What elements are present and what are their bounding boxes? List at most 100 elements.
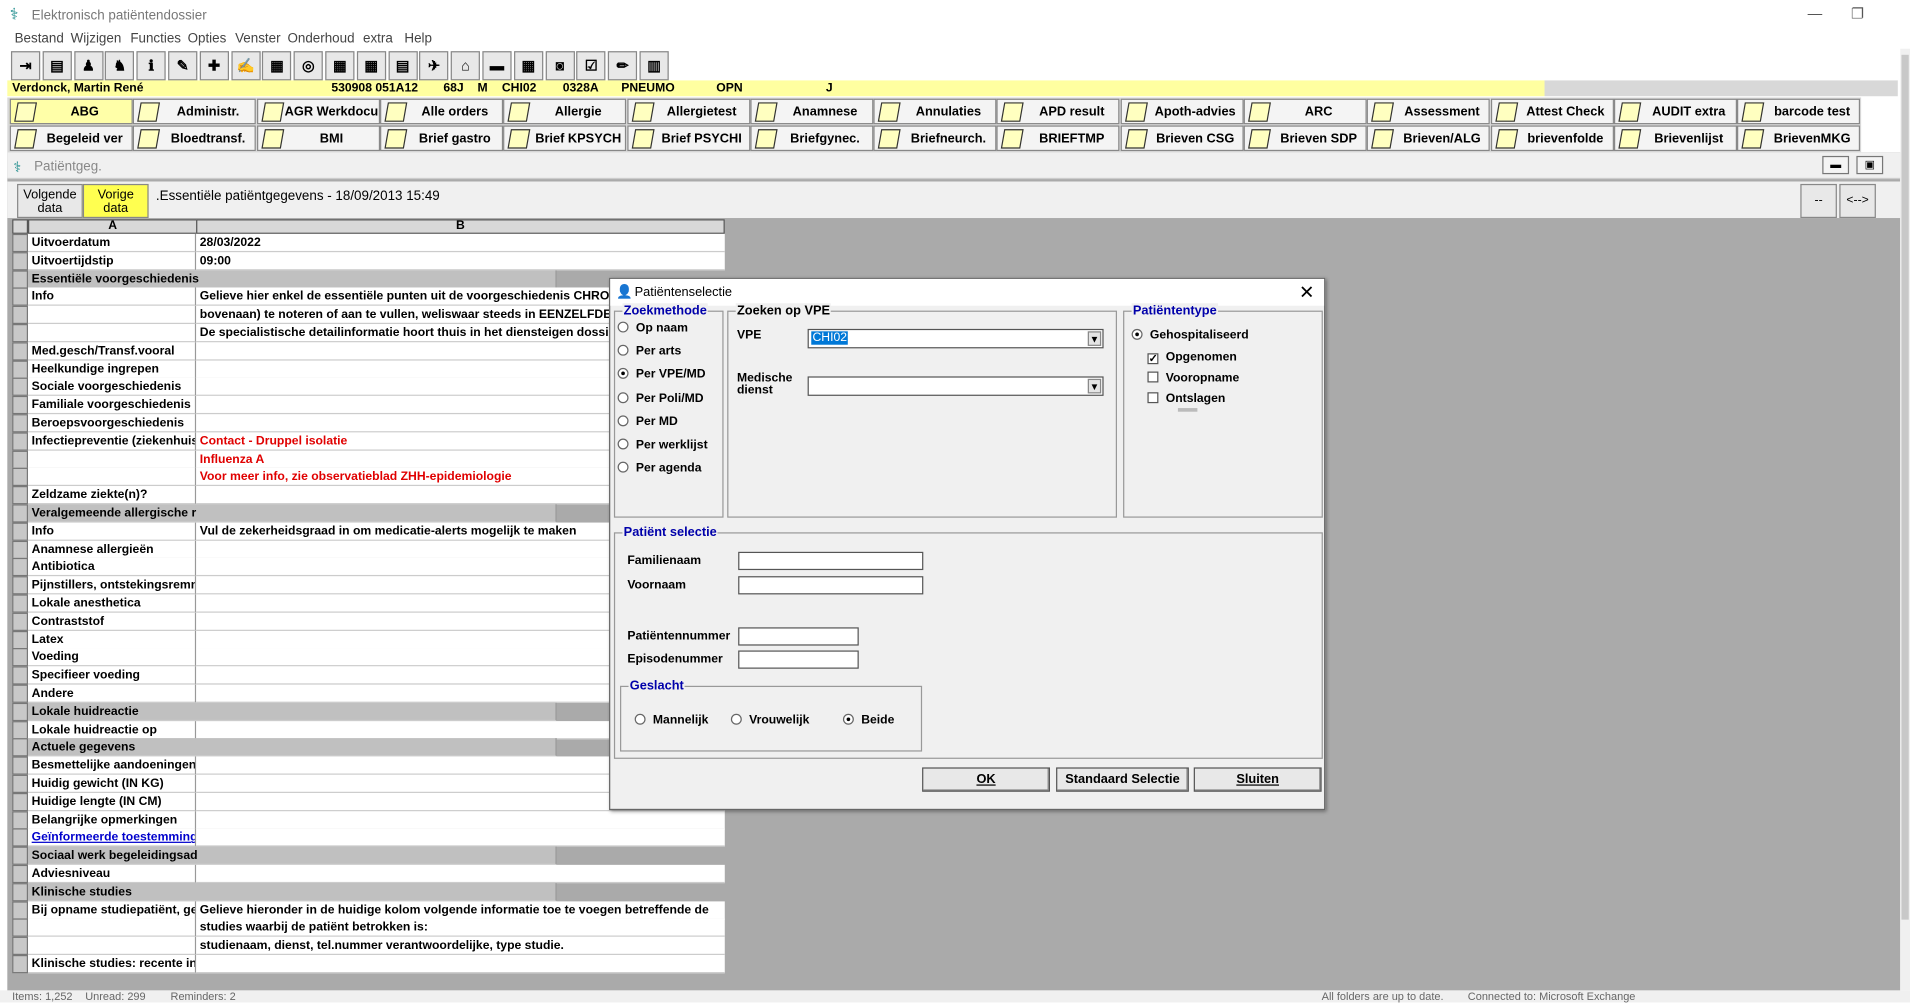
menu-bestand[interactable]: Bestand	[15, 32, 64, 47]
cell-a[interactable]: Huidig gewicht (IN KG)	[28, 774, 197, 793]
cell-a[interactable]: Heelkundige ingrepen	[28, 360, 197, 379]
cell-b[interactable]: Gelieve hieronder in de huidige kolom vo…	[196, 900, 725, 920]
folder-tab[interactable]: APD result	[996, 98, 1120, 125]
cell-a[interactable]	[28, 468, 197, 487]
cell-a[interactable]: Sociale voorgeschiedenis	[28, 378, 197, 397]
person-icon[interactable]: ♟	[73, 51, 104, 81]
chart-icon[interactable]: ▥	[639, 51, 669, 81]
row-selector[interactable]	[12, 504, 29, 523]
row-selector[interactable]	[12, 684, 29, 703]
cell-a[interactable]: Voeding	[28, 648, 197, 667]
row-selector[interactable]	[12, 954, 29, 974]
glasses-doc-icon[interactable]: ◎	[293, 51, 324, 81]
folder-tab[interactable]: barcode test	[1737, 98, 1861, 125]
subwindow-minimize-button[interactable]: ▬	[1822, 155, 1850, 175]
cell-a[interactable]: Sociaal werk begeleidingsad	[28, 846, 557, 866]
folder-tab[interactable]: BMI	[256, 125, 380, 152]
restore-button[interactable]: ❐	[1845, 5, 1869, 27]
cell-a[interactable]: Contraststof	[28, 612, 197, 631]
cell-b[interactable]	[196, 864, 725, 884]
checkbox-patient-type[interactable]: ✓ Opgenomen	[1147, 351, 1237, 365]
cell-a[interactable]: Uitvoertijdstip	[28, 251, 197, 271]
medical-service-combo[interactable]: ▼	[807, 376, 1104, 396]
row-selector[interactable]	[12, 576, 29, 595]
folder-tab[interactable]: brievenfolde	[1490, 125, 1614, 152]
camera-icon[interactable]: ◙	[545, 51, 575, 81]
cell-a[interactable]: Bij opname studiepatiënt, gel	[28, 900, 197, 920]
row-selector[interactable]	[12, 738, 29, 757]
collapse-button[interactable]: --	[1800, 183, 1837, 219]
folder-tab[interactable]: Annulaties	[873, 98, 997, 125]
menu-onderhoud[interactable]: Onderhoud	[287, 32, 354, 47]
cell-a[interactable]: Infectiepreventie (ziekenhuis	[28, 432, 197, 451]
radio-female[interactable]: Vrouwelijk	[730, 713, 809, 727]
row-selector[interactable]	[12, 233, 29, 253]
column-header-a[interactable]: A	[28, 219, 198, 234]
row-selector[interactable]	[12, 882, 29, 902]
row-selector[interactable]	[12, 828, 29, 848]
subwindow-maximize-button[interactable]: ▣	[1856, 155, 1884, 175]
cell-a[interactable]: Lokale huidreactie op	[28, 720, 197, 739]
row-selector[interactable]	[12, 594, 29, 613]
patient-number-input[interactable]	[738, 627, 859, 646]
user-door-icon[interactable]: ⇥	[10, 51, 41, 81]
row-selector[interactable]	[12, 900, 29, 920]
folder-tab[interactable]: ABG	[9, 98, 133, 125]
cell-a[interactable]: Pijnstillers, ontstekingsremme	[28, 576, 197, 595]
row-selector[interactable]	[12, 846, 29, 866]
folder-tab[interactable]: Brief gastro	[379, 125, 503, 152]
cell-a[interactable]	[28, 450, 197, 469]
row-selector[interactable]	[12, 468, 29, 487]
folder-tab[interactable]: Attest Check	[1490, 98, 1614, 125]
edit-doc-icon[interactable]: ✍	[230, 51, 261, 81]
eraser-icon[interactable]: ▬	[482, 51, 512, 81]
radio-male[interactable]: Mannelijk	[634, 713, 708, 727]
menu-opties[interactable]: Opties	[188, 32, 227, 47]
checkbox-patient-type[interactable]: Ontslagen	[1147, 392, 1225, 406]
folder-tab[interactable]: Brieven/ALG	[1367, 125, 1491, 152]
folder-tab[interactable]: AGR Werkdocu	[256, 98, 380, 125]
radio-method[interactable]: Per MD	[617, 415, 678, 429]
ok-button[interactable]: OK	[922, 767, 1051, 792]
vpe-combo[interactable]: CHI02 ▼	[807, 328, 1104, 349]
cell-a[interactable]: Beroepsvoorgeschiedenis	[28, 414, 197, 433]
scrollbar[interactable]	[1900, 48, 1910, 991]
episode-number-input[interactable]	[738, 650, 859, 669]
cell-a[interactable]: Klinische studies	[28, 882, 557, 902]
folder-tab[interactable]: Alle orders	[379, 98, 503, 125]
folder-tab[interactable]: Anamnese	[750, 98, 874, 125]
cell-a[interactable]: Belangrijke opmerkingen	[28, 810, 197, 830]
cell-a[interactable]	[28, 936, 197, 956]
cell-a[interactable]	[28, 918, 197, 938]
bird-icon[interactable]: ✈	[419, 51, 449, 81]
first-name-input[interactable]	[738, 576, 924, 595]
cell-a[interactable]: Med.gesch/Transf.vooral	[28, 342, 197, 361]
row-selector[interactable]	[12, 396, 29, 415]
calendar-grid-icon[interactable]: ▦	[356, 51, 386, 81]
cell-a[interactable]: Andere	[28, 684, 197, 703]
folder-tab[interactable]: Brief PSYCHI	[626, 125, 750, 152]
row-selector[interactable]	[12, 269, 29, 289]
row-selector[interactable]	[12, 540, 29, 559]
cell-a[interactable]: Adviesniveau	[28, 864, 197, 884]
row-selector[interactable]	[12, 558, 29, 577]
checklist-icon[interactable]: ☑	[576, 51, 606, 81]
cell-a[interactable]: Familiale voorgeschiedenis	[28, 396, 197, 415]
row-selector[interactable]	[12, 630, 29, 649]
folder-tab[interactable]: Begeleid ver	[9, 125, 133, 152]
house-icon[interactable]: ⌂	[450, 51, 481, 81]
cell-a[interactable]: Lokale huidreactie	[28, 702, 557, 721]
row-selector[interactable]	[12, 648, 29, 667]
menu-functies[interactable]: Functies	[130, 32, 181, 47]
row-selector[interactable]	[12, 450, 29, 469]
pen-icon[interactable]: ✏	[608, 51, 638, 81]
close-button[interactable]: Sluiten	[1193, 767, 1322, 792]
calendar-icon[interactable]: ▦	[262, 51, 292, 81]
column-header-b[interactable]: B	[196, 219, 725, 234]
folder-tab[interactable]: Brieven SDP	[1243, 125, 1367, 152]
folder-tab[interactable]: BrievenMKG	[1737, 125, 1861, 152]
cell-a[interactable]: Klinische studies: recente inf	[28, 954, 197, 974]
row-selector[interactable]	[12, 702, 29, 721]
radio-method[interactable]: Per Poli/MD	[617, 391, 704, 405]
previous-data-button[interactable]: Vorige data	[82, 183, 149, 219]
